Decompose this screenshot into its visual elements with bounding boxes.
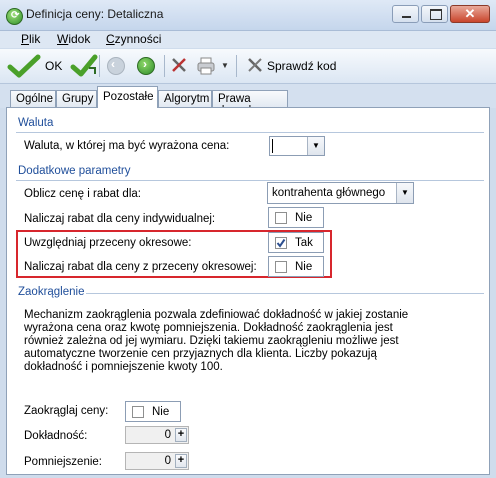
- menu-czynnosci[interactable]: Czynności: [106, 32, 161, 46]
- tab-grupy[interactable]: Grupy: [56, 90, 97, 107]
- section-header-currency: Waluta: [18, 117, 54, 129]
- save-checkmark-icon[interactable]: [70, 54, 98, 81]
- rounding-description-line: wyrażona cena oraz kwotę pomniejszenia. …: [24, 322, 393, 334]
- minimize-button[interactable]: [392, 5, 419, 23]
- minimize-icon: [402, 16, 411, 18]
- close-button[interactable]: ✕: [450, 5, 490, 23]
- rounding-description-line: dokładność i pomniejszenie kwoty 100.: [24, 361, 223, 373]
- tab-algorytm[interactable]: Algorytm: [158, 90, 212, 107]
- rounding-description-line: również zależna od jej wymiaru. Dzięki t…: [24, 335, 399, 347]
- reduction-plus-button[interactable]: +: [175, 454, 187, 468]
- print-dropdown-icon[interactable]: ▼: [221, 61, 229, 70]
- section-header-extra: Dodatkowe parametry: [18, 165, 131, 177]
- reduction-field[interactable]: 0 +: [125, 452, 189, 470]
- maximize-button[interactable]: [421, 5, 448, 23]
- back-arrow-icon[interactable]: ‹: [107, 57, 125, 75]
- precision-field[interactable]: 0 +: [125, 426, 189, 444]
- precision-label: Dokładność:: [24, 430, 88, 442]
- window-title: Definicja ceny: Detaliczna: [26, 7, 164, 21]
- round-prices-field[interactable]: Nie: [125, 401, 181, 422]
- tab-pozostale[interactable]: Pozostałe: [97, 86, 158, 108]
- calc-for-label: Oblicz cenę i rabat dla:: [24, 188, 141, 200]
- toolbar-separator: [164, 55, 165, 77]
- calc-for-select[interactable]: kontrahenta głównego ▼: [267, 182, 414, 204]
- round-prices-checkbox[interactable]: [132, 406, 144, 418]
- check-code-icon[interactable]: [246, 56, 264, 77]
- check-code-button[interactable]: Sprawdź kod: [267, 59, 336, 73]
- currency-select[interactable]: ▼: [269, 136, 325, 156]
- tools-icon[interactable]: [170, 56, 188, 77]
- rounding-description-line: automatyczne tworzenie cen przyjaznych d…: [24, 348, 377, 360]
- tab-ogolne[interactable]: Ogólne: [10, 90, 56, 107]
- periodic-discount-checkbox[interactable]: [275, 261, 287, 273]
- round-prices-label: Zaokrąglaj ceny:: [24, 405, 109, 417]
- periodic-discount-label: Naliczaj rabat dla ceny z przeceny okres…: [24, 261, 257, 273]
- toolbar-separator: [236, 55, 237, 77]
- chevron-down-icon: ▼: [312, 141, 320, 150]
- section-header-rounding: Zaokrąglenie: [18, 286, 85, 298]
- tab-prawa-danych[interactable]: Prawa danych: [212, 90, 288, 117]
- individual-discount-label: Naliczaj rabat dla ceny indywidualnej:: [24, 213, 216, 225]
- ok-button[interactable]: OK: [45, 59, 62, 73]
- periodic-discount-field[interactable]: Nie: [268, 256, 324, 277]
- close-icon: ✕: [464, 6, 476, 21]
- rounding-description-line: Mechanizm zaokrąglenia pozwala zdefiniow…: [24, 309, 409, 321]
- currency-label: Waluta, w której ma być wyrażona cena:: [24, 140, 230, 152]
- currency-dropdown-button[interactable]: ▼: [307, 137, 324, 155]
- text-cursor: [272, 139, 273, 153]
- menu-widok[interactable]: Widok: [57, 32, 90, 46]
- print-icon[interactable]: [196, 57, 216, 78]
- checkmark-icon: [276, 238, 286, 248]
- section-divider: [16, 180, 484, 181]
- periodic-price-checkbox[interactable]: [275, 237, 287, 249]
- precision-plus-button[interactable]: +: [175, 428, 187, 442]
- section-divider: [86, 293, 484, 294]
- toolbar-separator: [99, 55, 100, 77]
- menu-plik[interactable]: Plik: [21, 32, 40, 46]
- forward-arrow-icon[interactable]: ›: [137, 57, 155, 75]
- reduction-label: Pomniejszenie:: [24, 456, 102, 468]
- ok-checkmark-icon[interactable]: [7, 54, 41, 81]
- periodic-price-label: Uwzględniaj przeceny okresowe:: [24, 237, 192, 249]
- section-divider: [16, 132, 484, 133]
- maximize-icon: [430, 9, 442, 20]
- app-icon: ⟳: [6, 8, 23, 25]
- individual-discount-field[interactable]: Nie: [268, 207, 324, 228]
- individual-discount-checkbox[interactable]: [275, 212, 287, 224]
- calc-for-dropdown-button[interactable]: ▼: [396, 183, 413, 203]
- chevron-down-icon: ▼: [401, 188, 409, 197]
- periodic-price-field[interactable]: Tak: [268, 232, 324, 253]
